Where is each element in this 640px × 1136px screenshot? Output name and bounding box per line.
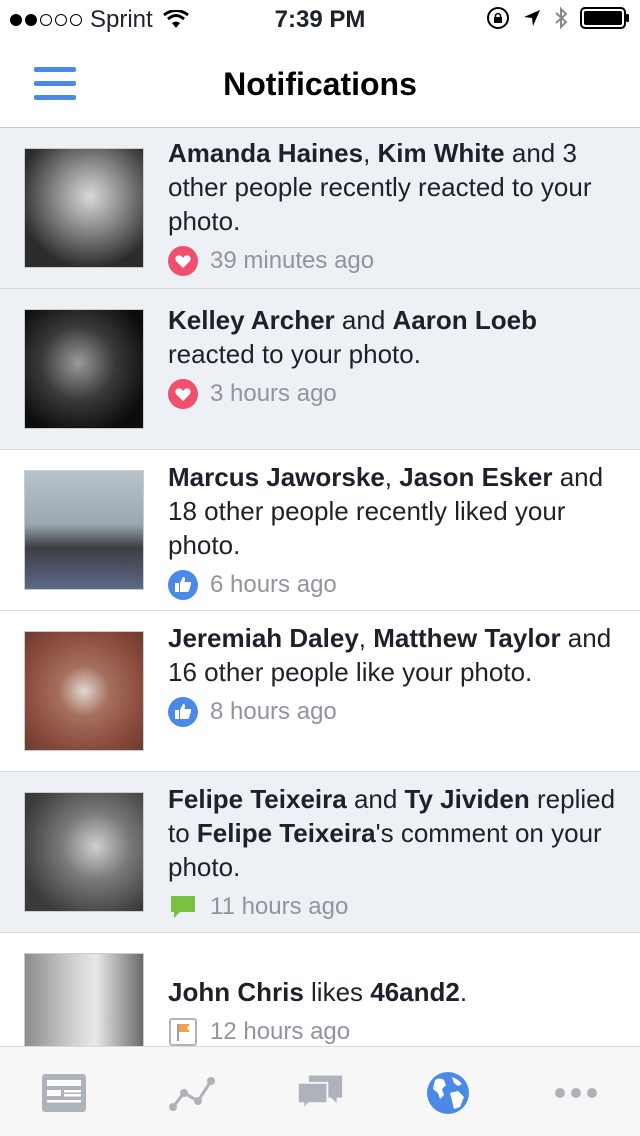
notification-item[interactable]: John Chris likes 46and2. 12 hours ago: [0, 933, 640, 1046]
more-dots-icon[interactable]: [552, 1069, 600, 1117]
notification-text: Felipe Teixeira and Ty Jividen replied t…: [168, 784, 616, 882]
heart-reaction-icon: [168, 246, 198, 276]
notification-time: 3 hours ago: [210, 380, 337, 407]
notification-item[interactable]: Kelley Archer and Aaron Loeb reacted to …: [0, 289, 640, 450]
notification-item[interactable]: Jeremiah Daley, Matthew Taylor and 16 ot…: [0, 611, 640, 772]
status-bar: Sprint 7:39 PM: [0, 0, 640, 40]
notification-thumbnail: [24, 470, 144, 590]
notification-thumbnail: [24, 792, 144, 912]
notification-text: Marcus Jaworske, Jason Esker and 18 othe…: [168, 462, 604, 560]
messages-icon[interactable]: [296, 1069, 344, 1117]
bluetooth-icon: [555, 6, 568, 30]
notification-text: Amanda Haines, Kim White and 3 other peo…: [168, 138, 592, 236]
activity-chart-icon[interactable]: [168, 1069, 216, 1117]
notification-thumbnail: [24, 309, 144, 429]
notification-thumbnail: [24, 953, 144, 1046]
notification-time: 11 hours ago: [210, 893, 349, 920]
rotation-lock-icon: [487, 7, 509, 29]
notification-text: John Chris likes 46and2.: [168, 977, 468, 1007]
notification-thumbnail: [24, 148, 144, 268]
like-thumb-icon: [168, 697, 198, 727]
page-title: Notifications: [223, 66, 417, 102]
status-right: [486, 6, 630, 30]
location-arrow-icon: [524, 10, 540, 26]
comment-bubble-icon: [168, 892, 198, 922]
notification-time: 6 hours ago: [210, 571, 337, 598]
tab-bar: [0, 1046, 640, 1136]
notification-item[interactable]: Amanda Haines, Kim White and 3 other peo…: [0, 128, 640, 289]
notification-thumbnail: [24, 631, 144, 751]
globe-notifications-icon[interactable]: [424, 1069, 472, 1117]
battery-icon: [580, 7, 629, 29]
notification-time: 8 hours ago: [210, 698, 337, 725]
notification-time: 39 minutes ago: [210, 247, 375, 274]
notification-list[interactable]: Amanda Haines, Kim White and 3 other peo…: [0, 128, 640, 1046]
page-flag-icon: [168, 1017, 198, 1046]
notification-text: Kelley Archer and Aaron Loeb reacted to …: [168, 305, 537, 369]
news-feed-icon[interactable]: [40, 1069, 88, 1117]
like-thumb-icon: [168, 570, 198, 600]
notification-item[interactable]: Felipe Teixeira and Ty Jividen replied t…: [0, 772, 640, 933]
notification-time: 12 hours ago: [210, 1018, 351, 1045]
navigation-bar: Notifications: [0, 40, 640, 128]
notification-item[interactable]: Marcus Jaworske, Jason Esker and 18 othe…: [0, 450, 640, 611]
heart-reaction-icon: [168, 379, 198, 409]
notification-text: Jeremiah Daley, Matthew Taylor and 16 ot…: [168, 623, 612, 687]
